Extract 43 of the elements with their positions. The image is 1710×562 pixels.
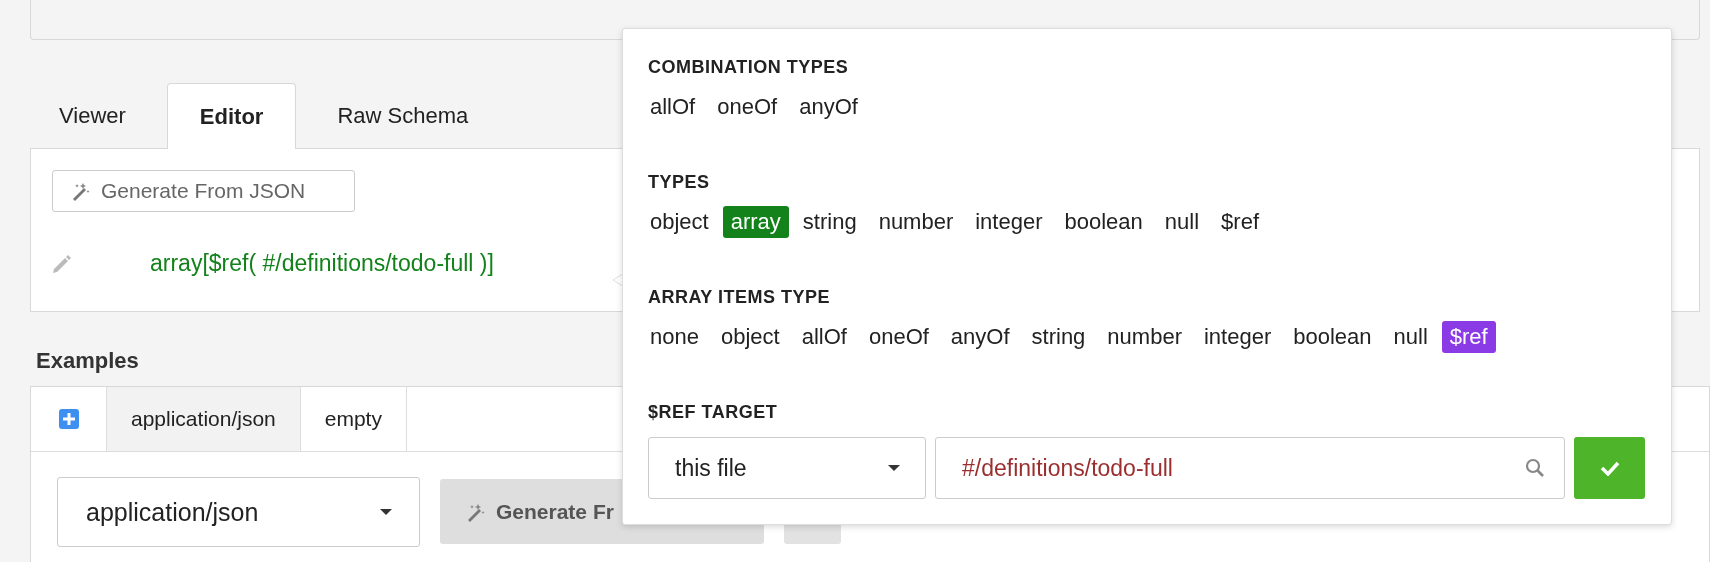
type-expression[interactable]: array[$ref( #/definitions/todo-full )] (150, 250, 494, 277)
type-option[interactable]: none (642, 321, 707, 353)
type-option[interactable]: boolean (1056, 206, 1151, 238)
type-option[interactable]: $ref (1213, 206, 1267, 238)
type-option[interactable]: allOf (642, 91, 704, 123)
type-option[interactable]: number (870, 206, 962, 238)
type-option[interactable]: $ref (1441, 321, 1496, 353)
generate-button[interactable]: Generate From JSON (52, 170, 355, 212)
tab[interactable]: Editor (166, 83, 297, 149)
type-option[interactable]: number (1099, 321, 1190, 353)
type-option[interactable]: allOf (793, 321, 855, 353)
type-option[interactable]: integer (967, 206, 1051, 238)
source-select[interactable]: this file (648, 437, 926, 499)
magic-wand-icon (71, 181, 91, 201)
pencil-icon (52, 253, 72, 274)
type-option[interactable]: anyOf (942, 321, 1018, 353)
example-tab[interactable]: application/json (107, 387, 301, 451)
type-option[interactable]: anyOf (791, 91, 866, 123)
type-option[interactable]: string (794, 206, 865, 238)
tab[interactable]: Viewer (30, 82, 153, 148)
caret-icon (379, 508, 393, 516)
type-option[interactable]: string (1023, 321, 1094, 353)
type-option[interactable]: null (1156, 206, 1208, 238)
check-icon (1599, 460, 1620, 476)
tab[interactable]: Raw Schema (308, 82, 498, 148)
ref-input-field[interactable]: #/definitions/todo-full (935, 437, 1565, 499)
section-heading: ARRAY ITEMS TYPE (648, 287, 832, 307)
type-option[interactable]: oneOf (860, 321, 937, 353)
type-option[interactable]: oneOf (709, 91, 786, 123)
section-heading: COMBINATION TYPES (648, 57, 850, 77)
caret-icon (887, 464, 901, 472)
type-option[interactable]: integer (1195, 321, 1280, 353)
type-option[interactable]: null (1385, 321, 1436, 353)
section-title: Examples (36, 348, 140, 374)
section-heading: TYPES (648, 172, 711, 192)
type-option[interactable]: boolean (1285, 321, 1380, 353)
section-heading: $REF TARGET (648, 402, 779, 422)
plus-icon[interactable] (58, 409, 79, 429)
media-type-select[interactable]: application/json (57, 477, 420, 547)
type-option[interactable]: object (642, 206, 717, 238)
search-icon (1525, 458, 1545, 478)
type-option[interactable]: array (722, 206, 789, 238)
type-option[interactable]: object (712, 321, 788, 353)
